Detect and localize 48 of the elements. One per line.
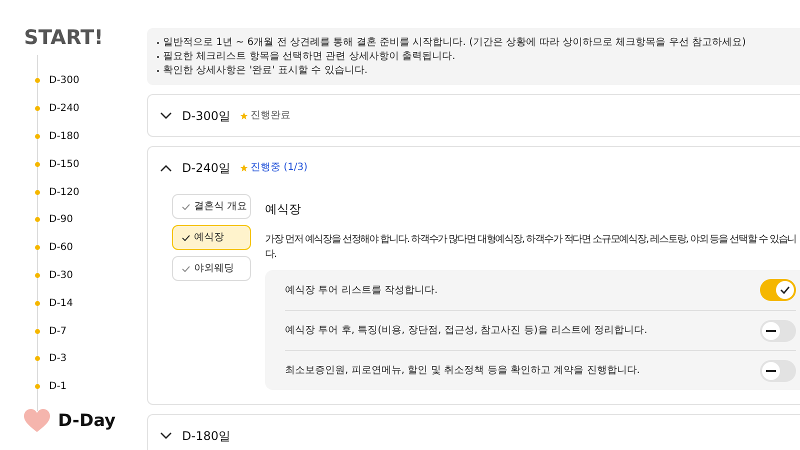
stage-header[interactable]: D-240일 진행중 (1/3) xyxy=(148,147,800,188)
timeline-item[interactable]: D-3 xyxy=(49,351,67,366)
minus-icon xyxy=(766,330,776,332)
timeline-item[interactable]: D-14 xyxy=(49,296,74,311)
timeline-item[interactable]: D-60 xyxy=(49,240,74,256)
toggle-switch[interactable] xyxy=(760,279,796,301)
notice-line: 확인한 상세사항은 '완료' 표시할 수 있습니다. xyxy=(163,64,368,77)
task-label: 최소보증인원, 피로연메뉴, 할인 및 취소정책 등을 확인하고 계약을 진행합니다. xyxy=(285,364,640,378)
stage-header[interactable]: D-300일 진행완료 xyxy=(148,95,800,136)
stage-title: D-300일 xyxy=(182,108,230,124)
status-label: 진행중 (1/3) xyxy=(250,161,308,175)
toggle-switch[interactable] xyxy=(760,360,796,382)
detail-description: 가장 먼저 예식장을 선정해야 합니다. 하객수가 많다면 대형예식장, 하객수가 적다면 소규모예식장, 레스토랑, 야외 등을 선택할 수 있습니다. xyxy=(265,233,798,262)
timeline-item[interactable]: D-150 xyxy=(49,156,80,172)
star-icon xyxy=(240,112,248,120)
checklist-tab[interactable]: 예식장 xyxy=(172,225,251,250)
star-icon xyxy=(240,164,248,172)
stage-header[interactable]: D-180일 xyxy=(148,415,800,450)
check-icon xyxy=(182,204,190,210)
timeline-item[interactable]: D-30 xyxy=(49,268,74,283)
timeline-item[interactable]: D-120 xyxy=(49,184,80,200)
timeline-item[interactable]: D-1 xyxy=(49,379,67,394)
timeline-item[interactable]: D-240 xyxy=(49,101,80,116)
task-label: 예식장 투어 후, 특징(비용, 장단점, 접근성, 참고사진 등)을 리스트에 정리합니다. xyxy=(285,324,648,338)
check-icon xyxy=(182,234,190,240)
timeline-item[interactable]: D-7 xyxy=(49,324,67,339)
dday-label: D-Day xyxy=(58,410,116,433)
chevron-up-icon xyxy=(160,164,172,172)
detail-heading: 예식장 xyxy=(265,201,302,218)
stage-title: D-240일 xyxy=(182,160,230,176)
status-label: 진행완료 xyxy=(250,109,290,123)
check-icon xyxy=(780,286,790,294)
checklist-tab[interactable]: 야외웨딩 xyxy=(172,256,251,281)
toggle-switch[interactable] xyxy=(760,320,796,342)
timeline-item[interactable]: D-180 xyxy=(49,128,80,144)
minus-icon xyxy=(766,370,776,372)
checklist-tab[interactable]: 결혼식 개요 xyxy=(172,194,251,219)
check-icon xyxy=(182,266,190,272)
heart-icon xyxy=(24,409,50,434)
stage-title: D-180일 xyxy=(182,428,230,444)
notice-line: 필요한 체크리스트 항목을 선택하면 관련 상세사항이 출력됩니다. xyxy=(163,50,456,63)
timeline-item[interactable]: D-90 xyxy=(49,212,74,228)
chevron-down-icon xyxy=(160,112,172,120)
chevron-down-icon xyxy=(160,432,172,440)
timeline-title: START! xyxy=(24,27,104,47)
timeline-item[interactable]: D-300 xyxy=(49,73,80,88)
task-label: 예식장 투어 리스트를 작성합니다. xyxy=(285,284,438,298)
notice-line: 일반적으로 1년 ~ 6개월 전 상견례를 통해 결혼 준비를 시작합니다. (기간은 상황에 따라 상이하므로 체크항목을 우선 참고하세요) xyxy=(163,36,746,49)
